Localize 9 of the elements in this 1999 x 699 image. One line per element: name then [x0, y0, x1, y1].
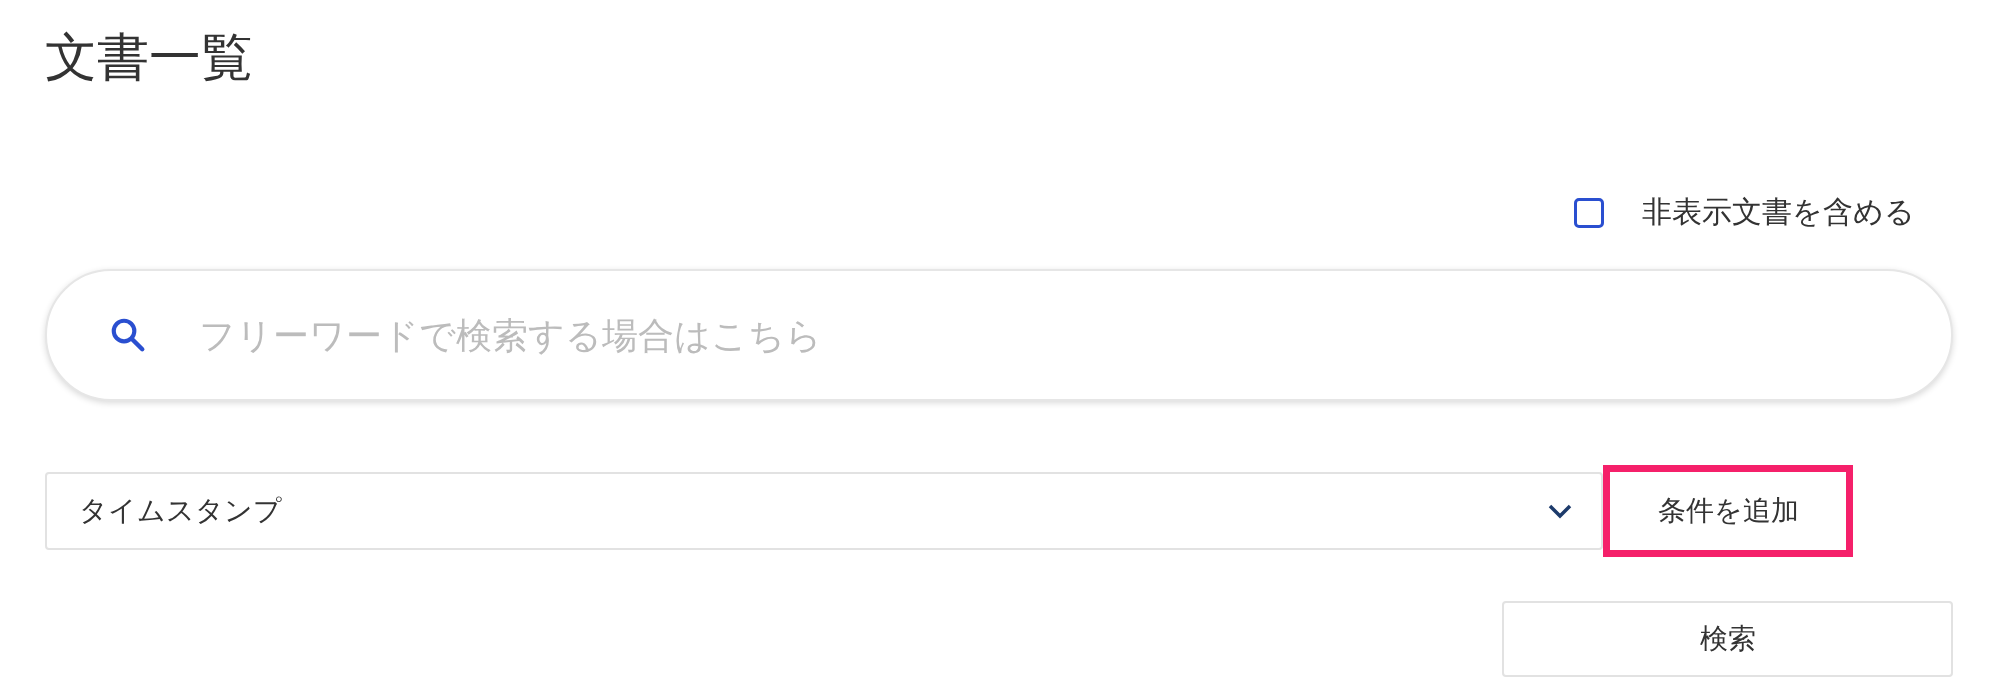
add-condition-button[interactable]: 条件を追加	[1603, 465, 1853, 557]
chevron-down-icon	[1547, 503, 1573, 519]
condition-select[interactable]: タイムスタンプ	[45, 472, 1603, 550]
page-title: 文書一覧	[45, 26, 254, 89]
search-field[interactable]: フリーワードで検索する場合はこちら	[45, 269, 1953, 401]
search-button[interactable]: 検索	[1502, 601, 1953, 677]
search-icon	[109, 316, 147, 354]
checkbox-label: 非表示文書を含める	[1642, 193, 1915, 231]
checkbox[interactable]	[1574, 197, 1604, 228]
